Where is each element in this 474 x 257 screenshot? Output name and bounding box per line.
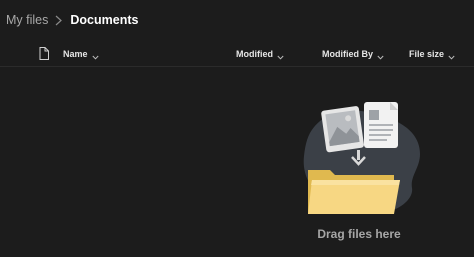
column-header-file-size[interactable]: File size bbox=[409, 42, 455, 66]
breadcrumb-documents: Documents bbox=[70, 13, 139, 27]
column-header-name[interactable]: Name bbox=[63, 42, 99, 66]
column-header-file-size-label: File size bbox=[409, 49, 445, 59]
breadcrumb-my-files[interactable]: My files bbox=[6, 13, 48, 27]
files-page: My files Documents Name Modified Modifie… bbox=[0, 0, 474, 257]
column-header-modified-by[interactable]: Modified By bbox=[322, 42, 384, 66]
chevron-down-icon bbox=[91, 52, 99, 60]
document-icon[interactable] bbox=[39, 47, 49, 60]
column-header-modified[interactable]: Modified bbox=[236, 42, 284, 66]
column-header-modified-by-label: Modified By bbox=[322, 49, 373, 59]
column-header-modified-label: Modified bbox=[236, 49, 273, 59]
chevron-down-icon bbox=[448, 52, 455, 60]
breadcrumb: My files Documents bbox=[6, 10, 138, 30]
column-header-name-label: Name bbox=[63, 49, 88, 59]
chevron-down-icon bbox=[277, 52, 284, 60]
column-header-row: Name Modified Modified By File size bbox=[0, 42, 474, 67]
drag-files-illustration bbox=[296, 96, 436, 220]
chevron-down-icon bbox=[377, 52, 384, 60]
empty-state-caption: Drag files here bbox=[317, 227, 401, 241]
chevron-right-icon bbox=[51, 10, 67, 30]
